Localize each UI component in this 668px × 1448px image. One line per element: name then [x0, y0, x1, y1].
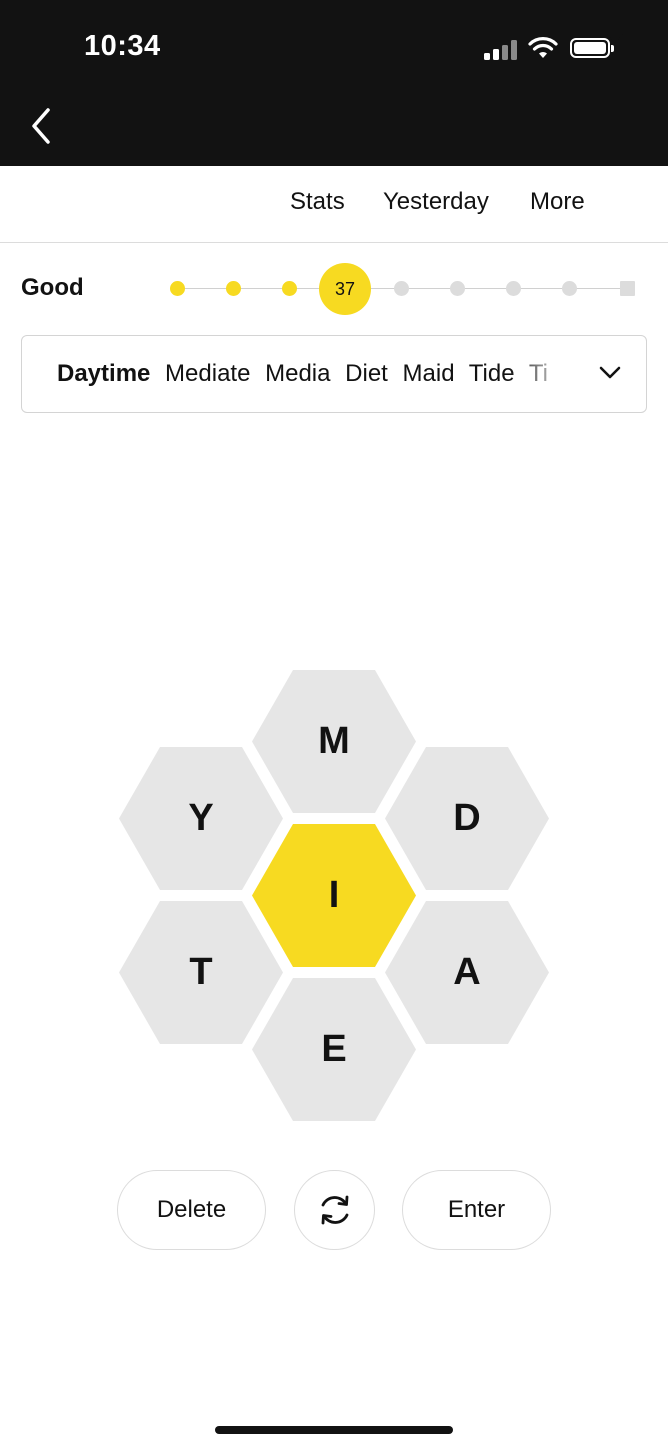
- back-button[interactable]: [24, 104, 60, 148]
- letter-hive: M Y D I T A E: [0, 660, 668, 1130]
- hive-cell-bottom[interactable]: E: [252, 978, 416, 1121]
- progress-dot-final: [620, 281, 635, 296]
- progress-dot: [562, 281, 577, 296]
- delete-button[interactable]: Delete: [117, 1170, 266, 1250]
- found-word: Tide: [468, 360, 515, 387]
- progress-dot: [394, 281, 409, 296]
- shuffle-icon: [321, 1195, 348, 1225]
- found-word: Maid: [402, 360, 455, 387]
- wifi-icon: [528, 37, 558, 58]
- progress-dot: [450, 281, 465, 296]
- status-time: 10:34: [84, 30, 161, 62]
- progress-track: 37: [165, 262, 645, 315]
- stats-link[interactable]: Stats: [290, 188, 345, 216]
- more-menu[interactable]: More: [530, 188, 585, 216]
- enter-button[interactable]: Enter: [402, 1170, 551, 1250]
- progress-dot: [282, 281, 297, 296]
- progress-dot: [226, 281, 241, 296]
- progress-dot: [170, 281, 185, 296]
- battery-icon: [570, 38, 614, 58]
- cellular-signal-icon: [484, 38, 520, 60]
- chevron-left-icon: [32, 108, 50, 144]
- chevron-down-icon: [599, 366, 621, 379]
- found-word: Media: [265, 360, 331, 387]
- score-bubble: 37: [319, 263, 371, 315]
- found-words-dropdown[interactable]: Daytime Mediate Media Diet Maid Tide Ti: [21, 335, 647, 413]
- shuffle-button[interactable]: [294, 1170, 375, 1250]
- yesterday-link[interactable]: Yesterday: [383, 188, 489, 216]
- rank-label: Good: [21, 274, 84, 301]
- found-word: Daytime: [57, 360, 151, 387]
- caret-down-icon[interactable]: [607, 34, 623, 43]
- found-word: Mediate: [165, 360, 251, 387]
- found-words: Daytime Mediate Media Diet Maid Tide Ti: [57, 360, 571, 388]
- app-header: 10:34: [0, 0, 668, 166]
- home-indicator: [215, 1426, 453, 1434]
- game-nav: Stats Yesterday More: [0, 166, 668, 243]
- found-word: Ti: [528, 360, 548, 387]
- progress-dot: [506, 281, 521, 296]
- found-word: Diet: [345, 360, 388, 387]
